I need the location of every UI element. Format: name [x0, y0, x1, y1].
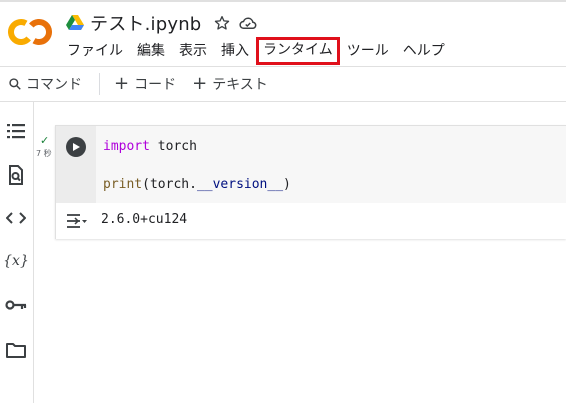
- star-icon[interactable]: [213, 14, 231, 32]
- menu-insert[interactable]: 挿入: [214, 38, 256, 64]
- execution-success-icon: ✓: [40, 134, 50, 147]
- code-token: torch: [149, 139, 197, 154]
- colab-logo[interactable]: [8, 17, 52, 47]
- code-token: ): [283, 177, 291, 192]
- code-function: print: [103, 177, 143, 192]
- title-row: テスト.ipynb: [66, 10, 257, 36]
- code-editor[interactable]: import torch print(torch.__version__): [56, 126, 566, 203]
- header: テスト.ipynb ファイル 編集 表示 挿入 ランタイム ツール ヘルプ: [0, 0, 566, 66]
- plus-icon: +: [192, 73, 208, 94]
- menu-bar: ファイル 編集 表示 挿入 ランタイム ツール ヘルプ: [60, 36, 452, 65]
- find-in-document-icon[interactable]: [4, 163, 28, 187]
- plus-icon: +: [114, 73, 130, 94]
- code-snippets-icon[interactable]: [4, 206, 28, 230]
- output-actions-icon[interactable]: [66, 211, 88, 231]
- code-token: (torch.: [142, 177, 197, 192]
- menu-runtime[interactable]: ランタイム: [256, 36, 340, 65]
- variables-label: {x}: [3, 253, 29, 269]
- code-keyword: import: [103, 139, 150, 154]
- folder-icon[interactable]: [4, 338, 28, 362]
- code-attribute: __version__: [196, 177, 284, 192]
- toolbar-divider-bottom: [0, 101, 566, 102]
- execution-time: 7 秒: [36, 149, 52, 158]
- menu-file[interactable]: ファイル: [60, 38, 130, 64]
- code-cell[interactable]: import torch print(torch.__version__) 2.…: [55, 125, 566, 239]
- menu-help[interactable]: ヘルプ: [396, 38, 452, 64]
- command-label: コマンド: [26, 77, 82, 93]
- secrets-key-icon[interactable]: [4, 293, 28, 317]
- play-icon: [73, 143, 80, 151]
- toolbar: コマンド + コード + テキスト: [0, 67, 566, 101]
- notebook-title[interactable]: テスト.ipynb: [90, 10, 201, 36]
- search-icon: [9, 78, 21, 90]
- command-palette-button[interactable]: コマンド: [8, 74, 82, 94]
- toolbar-divider: [99, 73, 100, 95]
- cell-output: 2.6.0+cu124: [56, 203, 566, 239]
- menu-view[interactable]: 表示: [172, 38, 214, 64]
- output-text: 2.6.0+cu124: [101, 212, 188, 227]
- cloud-saved-icon[interactable]: [239, 14, 257, 32]
- add-code-button[interactable]: + コード: [114, 74, 176, 94]
- add-code-label: コード: [134, 77, 177, 93]
- add-text-label: テキスト: [212, 77, 268, 93]
- menu-tools[interactable]: ツール: [340, 38, 396, 64]
- code-text[interactable]: import torch print(torch.__version__): [103, 137, 291, 194]
- google-drive-icon: [66, 15, 84, 30]
- left-sidebar: {x}: [0, 102, 34, 403]
- add-text-button[interactable]: + テキスト: [192, 74, 268, 94]
- run-cell-button[interactable]: [66, 137, 86, 157]
- menu-edit[interactable]: 編集: [130, 38, 172, 64]
- variables-icon[interactable]: {x}: [3, 249, 29, 273]
- table-of-contents-icon[interactable]: [4, 119, 28, 143]
